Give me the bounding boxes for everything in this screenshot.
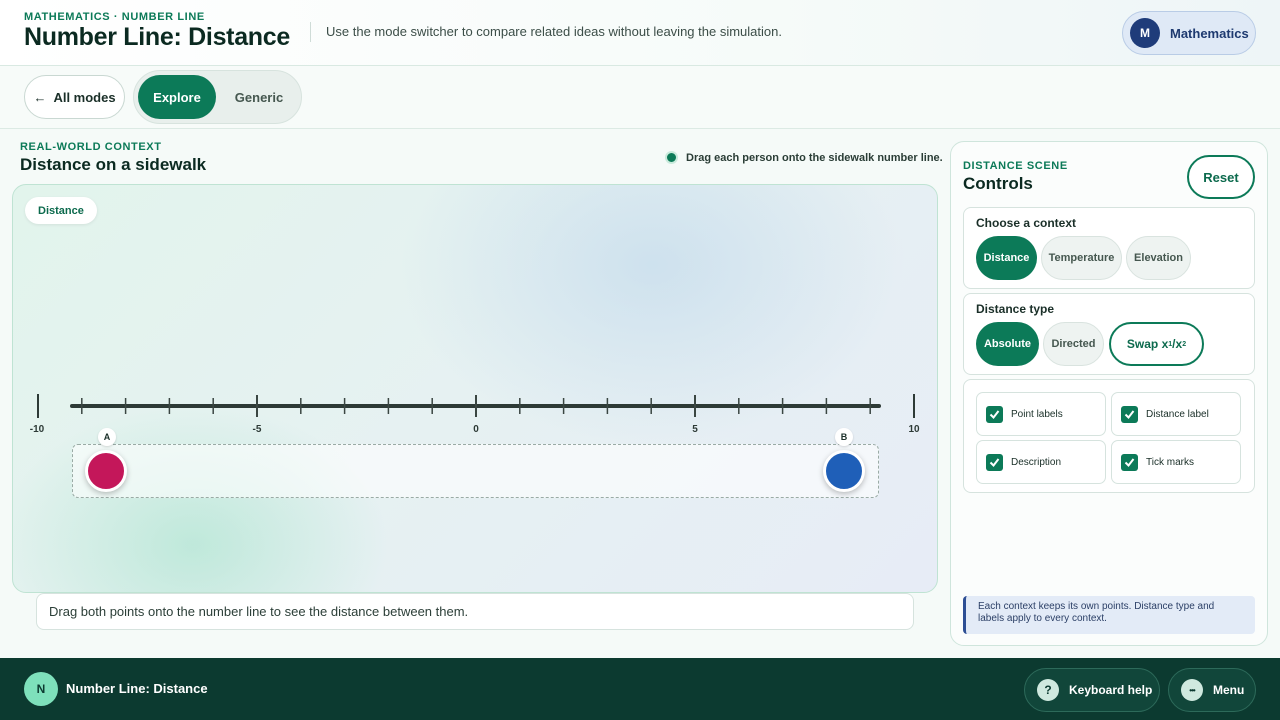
context-card-title: Choose a context	[976, 216, 1077, 230]
panel-eyebrow: DISTANCE SCENE	[963, 160, 1068, 172]
distance-type-title: Distance type	[976, 302, 1055, 316]
scene-title: Distance on a sidewalk	[20, 155, 207, 174]
mode-bar: ← All modes Explore Generic	[0, 66, 1280, 129]
toggle-label: Description	[1011, 456, 1062, 468]
keyboard-help-button[interactable]: ? Keyboard help	[1024, 668, 1160, 712]
header-description: Use the mode switcher to compare related…	[326, 24, 782, 39]
header-eyebrow: MATHEMATICS · NUMBER LINE	[24, 11, 205, 23]
tick-label: -5	[253, 424, 262, 435]
swap-slash: /x	[1172, 337, 1183, 351]
toggle-label: Tick marks	[1146, 456, 1194, 468]
context-card: Choose a context Distance Temperature El…	[963, 207, 1255, 289]
all-modes-button[interactable]: ← All modes	[24, 75, 125, 119]
distance-type-card: Distance type Absolute Directed Swap x 1/…	[963, 293, 1255, 375]
back-arrow-icon: ←	[33, 89, 47, 105]
toggle-description[interactable]: Description	[976, 440, 1106, 484]
tick-label: 10	[908, 424, 920, 435]
all-modes-label: All modes	[53, 89, 116, 105]
reset-button[interactable]: Reset	[1187, 155, 1255, 199]
scene-description: Drag both points onto the number line to…	[36, 593, 914, 630]
context-distance-option[interactable]: Distance	[976, 236, 1037, 280]
app-header: MATHEMATICS · NUMBER LINE Number Line: D…	[0, 0, 1280, 66]
subject-avatar: M	[1130, 18, 1160, 48]
app-avatar: N	[24, 672, 58, 706]
distance-absolute-option[interactable]: Absolute	[976, 322, 1039, 366]
checkbox-checked-icon	[986, 453, 1003, 471]
distance-directed-option[interactable]: Directed	[1043, 322, 1104, 366]
header-divider	[310, 22, 311, 42]
point-a-handle[interactable]	[85, 450, 127, 492]
hint-dot-icon	[665, 151, 678, 164]
help-icon: ?	[1037, 679, 1059, 701]
keyboard-help-label: Keyboard help	[1069, 683, 1153, 697]
sidewalk-track[interactable]	[72, 444, 879, 498]
menu-label: Menu	[1213, 683, 1245, 697]
point-b-handle[interactable]	[823, 450, 865, 492]
more-dots-icon: •••	[1181, 679, 1203, 701]
toggle-label: Distance label	[1146, 408, 1209, 420]
swap-sub-2: 2	[1182, 340, 1187, 348]
scene-eyebrow: REAL-WORLD CONTEXT	[20, 141, 162, 153]
display-options-card: Point labels Distance label Description …	[963, 379, 1255, 493]
mode-switcher: Explore Generic	[133, 70, 302, 124]
scene-hint: Drag each person onto the sidewalk numbe…	[665, 151, 943, 164]
info-note: Each context keeps its own points. Dista…	[963, 596, 1255, 634]
subject-name: Mathematics	[1170, 25, 1249, 41]
app-footer: N Number Line: Distance ? Keyboard help …	[0, 658, 1280, 720]
mode-generic-button[interactable]: Generic	[220, 75, 298, 119]
controls-panel: DISTANCE SCENE Controls Reset Choose a c…	[950, 141, 1268, 646]
checkbox-checked-icon	[1121, 453, 1138, 471]
mode-explore-button[interactable]: Explore	[138, 75, 216, 119]
hint-text: Drag each person onto the sidewalk numbe…	[686, 151, 943, 164]
subject-chip[interactable]: M Mathematics	[1122, 11, 1256, 55]
toggle-point-labels[interactable]: Point labels	[976, 392, 1106, 436]
point-b-label: B	[835, 428, 853, 446]
checkbox-checked-icon	[986, 405, 1003, 423]
tick-label: 0	[473, 424, 479, 435]
tick-label: 5	[692, 424, 698, 435]
simulation-canvas[interactable]: Distance -10 -5 0 5 10 A B	[12, 184, 938, 593]
context-temperature-option[interactable]: Temperature	[1041, 236, 1122, 280]
context-elevation-option[interactable]: Elevation	[1126, 236, 1191, 280]
tick-label: -10	[30, 424, 45, 435]
tick-labels: -10 -5 0 5 10	[30, 424, 920, 435]
swap-points-button[interactable]: Swap x 1/x 2	[1109, 322, 1204, 366]
number-line: -10 -5 0 5 10	[30, 394, 920, 435]
page-title: Number Line: Distance	[24, 23, 290, 51]
panel-title: Controls	[963, 174, 1033, 193]
point-a-label: A	[98, 428, 116, 446]
toggle-distance-label[interactable]: Distance label	[1111, 392, 1241, 436]
menu-button[interactable]: ••• Menu	[1168, 668, 1256, 712]
toggle-label: Point labels	[1011, 408, 1063, 420]
footer-title: Number Line: Distance	[66, 681, 208, 696]
swap-label: Swap x	[1126, 337, 1169, 351]
toggle-tick-marks[interactable]: Tick marks	[1111, 440, 1241, 484]
checkbox-checked-icon	[1121, 405, 1138, 423]
